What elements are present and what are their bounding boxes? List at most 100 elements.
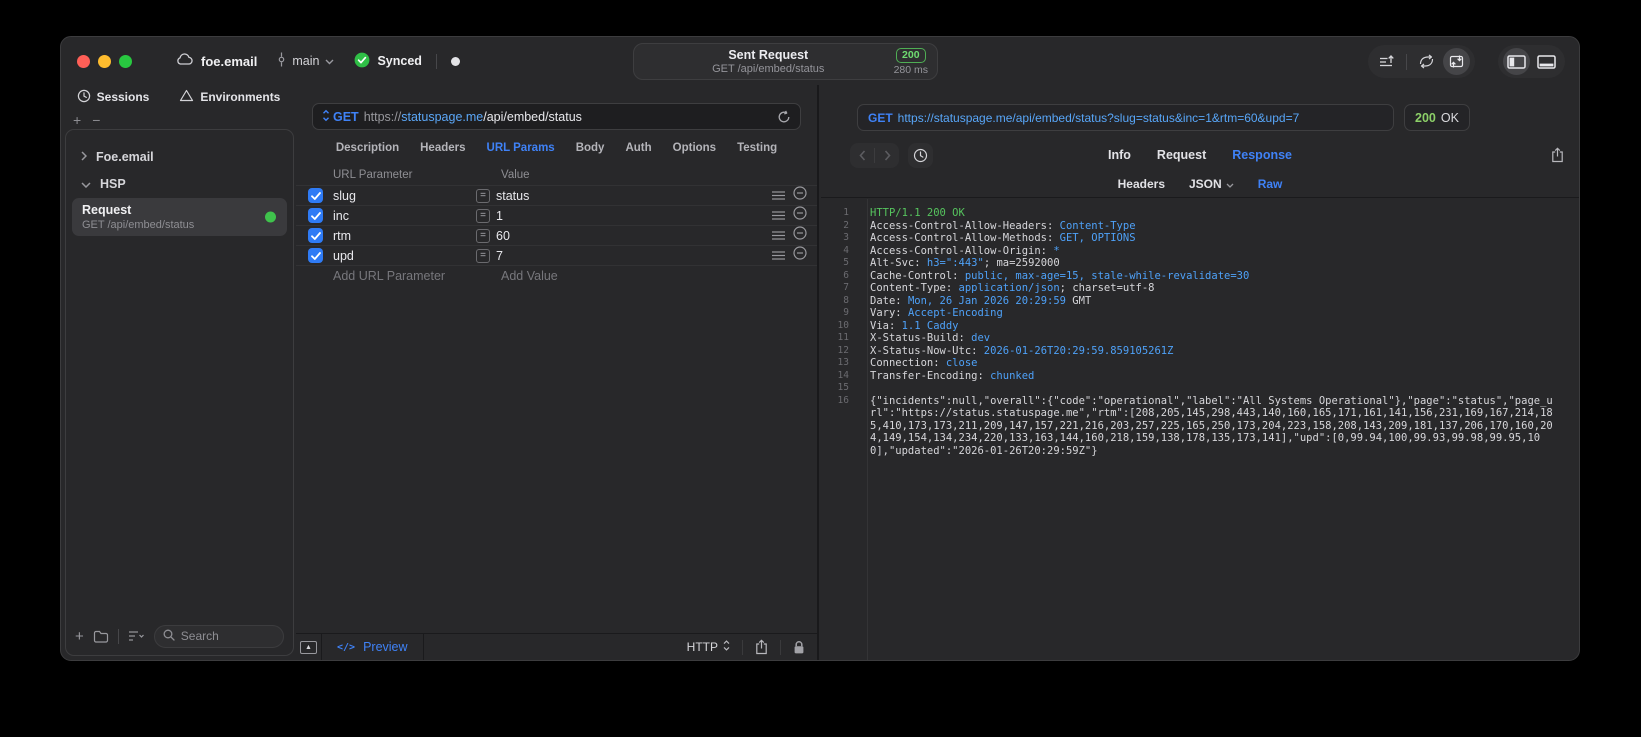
zoom-window-button[interactable] (119, 54, 132, 68)
params-add-row[interactable]: Add URL Parameter Add Value (296, 266, 817, 286)
new-request-icon[interactable]: + (75, 628, 84, 645)
clock-icon (77, 89, 91, 106)
request-url[interactable]: https://statuspage.me/api/embed/status (364, 110, 582, 124)
line-number: 12 (837, 344, 849, 356)
merge-icon[interactable] (1413, 48, 1440, 75)
preview-button[interactable]: </> Preview (322, 634, 424, 660)
drag-handle-icon[interactable] (772, 187, 785, 205)
sync-status[interactable]: Synced (354, 52, 422, 71)
param-checkbox[interactable] (308, 208, 323, 223)
method-selector[interactable]: GET (322, 109, 359, 125)
param-checkbox[interactable] (308, 248, 323, 263)
sort-list-icon[interactable] (128, 630, 145, 642)
project-switcher[interactable]: foe.email (176, 52, 257, 70)
tab-body[interactable]: Body (576, 142, 605, 154)
sidebar-panel-icon[interactable] (1503, 48, 1530, 75)
remove-param-icon[interactable] (793, 226, 807, 245)
param-checkbox[interactable] (308, 228, 323, 243)
sidebar-add-remove: + − (73, 112, 100, 128)
tab-url-params[interactable]: URL Params (487, 142, 555, 154)
tree-item-hsp[interactable]: HSP (66, 170, 293, 197)
collapse-panel-button[interactable]: ▲ (296, 634, 322, 660)
back-icon[interactable] (850, 143, 874, 168)
new-group-icon[interactable] (93, 630, 109, 643)
line-number: 1 (843, 207, 849, 218)
response-nav-row: Info Request Response (821, 139, 1579, 171)
minimize-window-button[interactable] (98, 54, 111, 68)
code-segment: Access-Control-Allow-Methods: (870, 232, 1060, 244)
share-icon[interactable] (743, 639, 780, 655)
param-value[interactable]: 7 (496, 249, 772, 263)
request-url-bar[interactable]: GET https://statuspage.me/api/embed/stat… (312, 103, 801, 130)
param-value[interactable]: 60 (496, 229, 772, 243)
param-value[interactable]: 1 (496, 209, 772, 223)
tab-description[interactable]: Description (336, 142, 399, 154)
remove-param-icon[interactable] (793, 206, 807, 225)
param-name[interactable]: inc (333, 209, 476, 223)
param-name[interactable]: upd (333, 249, 476, 263)
param-name[interactable]: rtm (333, 229, 476, 243)
tab-sessions[interactable]: Sessions (77, 89, 149, 106)
protocol-selector[interactable]: HTTP (675, 640, 742, 654)
tab-response[interactable]: Response (1232, 148, 1292, 162)
branch-switcher[interactable]: main (277, 52, 334, 70)
remove-param-icon[interactable] (793, 186, 807, 205)
drag-handle-icon[interactable] (772, 247, 785, 265)
sync-transfer-icon[interactable] (1443, 48, 1470, 75)
refresh-icon[interactable] (777, 110, 791, 124)
code-segment: Content-Type (1059, 219, 1136, 232)
line-content: Via: 1.1 Caddy (859, 320, 1579, 333)
param-name[interactable]: slug (333, 189, 476, 203)
param-value[interactable]: status (496, 189, 772, 203)
line-number: 16 (837, 394, 849, 406)
add-icon[interactable]: + (73, 112, 81, 128)
line-number: 6 (843, 269, 849, 281)
sidebar-tabs: Sessions Environments (61, 85, 296, 109)
code-segment: Alt-Svc: (870, 257, 927, 269)
url-path: /api/embed/status (483, 109, 582, 124)
share-icon[interactable] (1551, 147, 1564, 163)
remove-param-icon[interactable] (793, 246, 807, 265)
subtab-raw[interactable]: Raw (1258, 177, 1283, 191)
protocol-label: HTTP (686, 640, 718, 654)
tab-environments[interactable]: Environments (179, 89, 280, 105)
response-url-field[interactable]: GET https://statuspage.me/api/embed/stat… (857, 104, 1394, 131)
close-window-button[interactable] (77, 54, 90, 68)
history-clock-icon[interactable] (908, 142, 933, 168)
drag-handle-icon[interactable] (772, 207, 785, 225)
code-segment: X-Status-Now-Utc: (870, 344, 984, 357)
subtab-headers[interactable]: Headers (1118, 177, 1165, 191)
bottom-panel-icon[interactable] (1533, 48, 1560, 75)
request-summary-pill[interactable]: Sent Request GET /api/embed/status 200 2… (633, 43, 938, 80)
drag-handle-icon[interactable] (772, 227, 785, 245)
subtab-json[interactable]: JSON (1189, 177, 1234, 191)
response-line: 10 Via: 1.1 Caddy (821, 320, 1579, 333)
request-list-item-selected[interactable]: Request GET /api/embed/status (72, 198, 287, 236)
tab-request[interactable]: Request (1157, 148, 1206, 162)
titlebar: foe.email main Synced Sent Request GET /… (61, 37, 1579, 85)
tree-item-foe-email[interactable]: Foe.email (66, 143, 293, 170)
add-value-placeholder[interactable]: Add Value (501, 269, 558, 283)
publish-icon[interactable] (1373, 48, 1400, 75)
tab-auth[interactable]: Auth (625, 142, 651, 154)
param-checkbox[interactable] (308, 188, 323, 203)
line-content: Cache-Control: public, max-age=15, stale… (859, 270, 1579, 283)
request-tree: Foe.email HSP Request GET /api/embed/sta… (66, 130, 293, 236)
tab-testing[interactable]: Testing (737, 142, 777, 154)
forward-icon[interactable] (875, 143, 899, 168)
tab-info[interactable]: Info (1108, 148, 1131, 162)
add-parameter-placeholder[interactable]: Add URL Parameter (333, 269, 445, 283)
code-segment: application/json (958, 282, 1060, 294)
tab-headers[interactable]: Headers (420, 142, 465, 154)
lock-icon[interactable] (781, 640, 817, 655)
code-segment: {"incidents":null,"overall":{"code":"ope… (870, 394, 1553, 457)
tree-item-label: HSP (100, 176, 126, 191)
search-input[interactable]: Search (153, 624, 284, 648)
remove-icon[interactable]: − (92, 112, 100, 128)
tab-options[interactable]: Options (673, 142, 716, 154)
response-line: 15 (821, 382, 1579, 395)
success-dot (265, 211, 276, 223)
request-summary-text: Sent Request GET /api/embed/status (643, 48, 894, 76)
response-line: 4 Access-Control-Allow-Origin: * (821, 245, 1579, 258)
request-editor-panel: GET https://statuspage.me/api/embed/stat… (296, 85, 819, 660)
